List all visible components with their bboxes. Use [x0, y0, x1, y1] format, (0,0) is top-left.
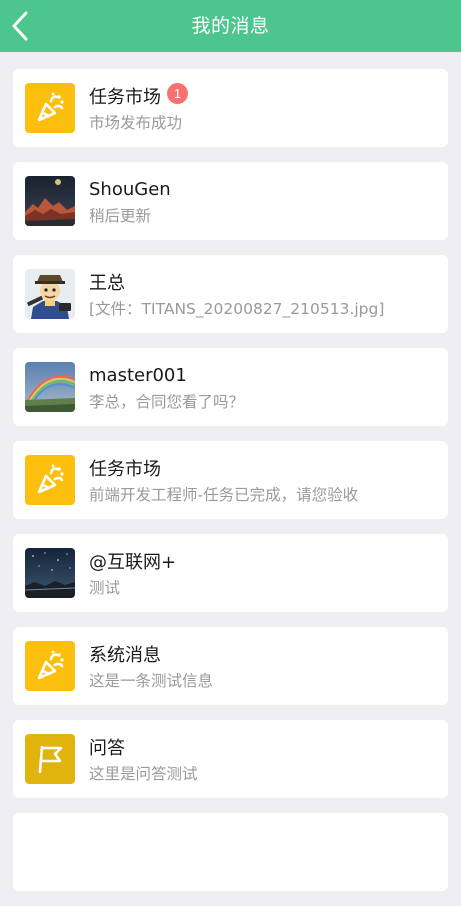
message-item-qa[interactable]: 问答 这里是问答测试	[13, 720, 448, 798]
message-item-internet-plus[interactable]: @互联网+ 测试	[13, 534, 448, 612]
flag-icon	[25, 734, 75, 784]
contact-name: 系统消息	[89, 645, 161, 666]
message-item-shougen[interactable]: ShouGen 稍后更新	[13, 162, 448, 240]
message-item-task-market[interactable]: 任务市场 1 市场发布成功	[13, 69, 448, 147]
contact-name: @互联网+	[89, 552, 177, 573]
contact-name: ShouGen	[89, 178, 171, 200]
party-popper-icon	[25, 83, 75, 133]
page-title: 我的消息	[191, 15, 270, 37]
avatar	[25, 641, 75, 691]
contact-name: 任务市场	[89, 87, 161, 108]
message-item-wang[interactable]: 王总 [文件：TITANS_20200827_210513.jpg]	[13, 255, 448, 333]
unread-badge: 1	[167, 82, 188, 104]
avatar	[25, 362, 75, 412]
header-bar: 我的消息	[0, 0, 461, 52]
avatar	[25, 548, 75, 598]
avatar	[25, 83, 75, 133]
avatar	[25, 455, 75, 505]
message-item-master001[interactable]: master001 李总，合同您看了吗？	[13, 348, 448, 426]
message-preview: 这是一条测试信息	[89, 672, 214, 690]
party-popper-icon	[25, 641, 75, 691]
mountain-photo	[25, 176, 75, 226]
contact-name: 任务市场	[89, 459, 161, 480]
contact-name: 王总	[89, 273, 125, 294]
message-item-system[interactable]: 系统消息 这是一条测试信息	[13, 627, 448, 705]
message-preview: 稍后更新	[89, 207, 152, 225]
message-preview: 这里是问答测试	[89, 765, 198, 783]
rainbow-photo	[25, 362, 75, 412]
avatar	[25, 734, 75, 784]
message-preview: 测试	[89, 579, 121, 597]
avatar	[25, 269, 75, 319]
message-item-partial[interactable]	[13, 813, 448, 891]
message-item-task-market-2[interactable]: 任务市场 前端开发工程师-任务已完成，请您验收	[13, 441, 448, 519]
message-preview: 市场发布成功	[89, 114, 183, 132]
message-list: 任务市场 1 市场发布成功 ShouGen 稍后更新 王总 [文件：TITANS…	[13, 69, 448, 906]
cartoon-character	[25, 269, 75, 319]
contact-name: 问答	[89, 738, 125, 759]
message-preview: 前端开发工程师-任务已完成，请您验收	[89, 486, 359, 504]
message-preview: [文件：TITANS_20200827_210513.jpg]	[89, 300, 385, 318]
night-sky-photo	[25, 548, 75, 598]
avatar	[25, 176, 75, 226]
message-preview: 李总，合同您看了吗？	[89, 393, 245, 411]
party-popper-icon	[25, 455, 75, 505]
contact-name: master001	[89, 364, 187, 386]
